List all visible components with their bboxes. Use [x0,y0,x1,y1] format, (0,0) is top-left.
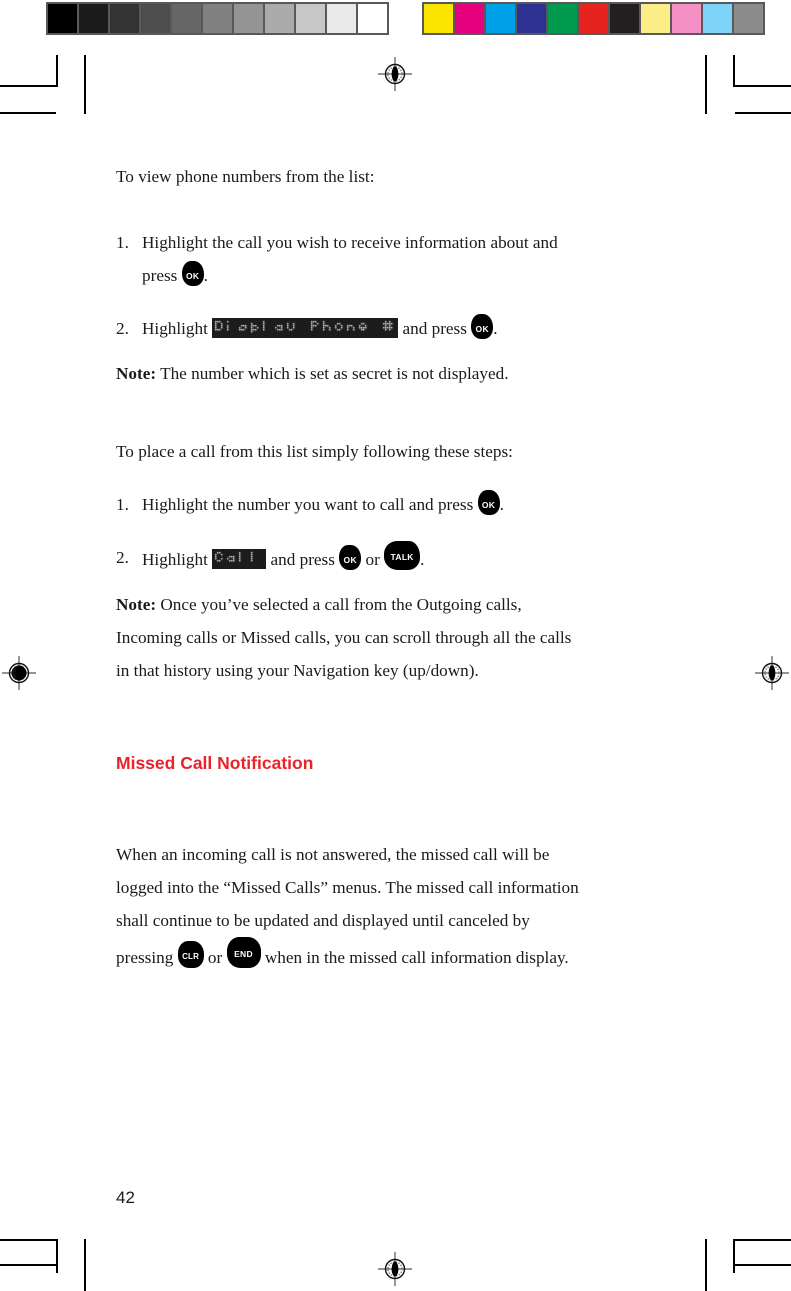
calibration-swatch [486,4,515,33]
crop-mark [705,1239,707,1291]
lcd-call [212,549,267,569]
list-text: Highlight the number you want to call an… [142,488,696,521]
registration-mark-bottom [378,1252,412,1286]
crop-mark [705,55,707,114]
registration-mark-left [2,656,36,690]
crop-mark [0,112,56,114]
calibration-swatch [424,4,453,33]
calibration-swatch [327,4,356,33]
lcd-display-phone-number [212,318,399,338]
intro-paragraph-1: To view phone numbers from the list: [116,167,375,186]
list-text: Highlight and press OK or TALK. [142,541,696,576]
body-text: logged into the “Missed Calls” menus. Th… [116,878,579,897]
step-text: press [142,266,178,285]
page-number: 42 [116,1188,135,1207]
registration-mark-right [755,656,789,690]
ok-key-icon: OK [181,261,204,286]
step-text: Highlight the number you want to call an… [142,495,474,514]
calibration-swatch [141,4,170,33]
grayscale-calibration-strip [46,2,389,35]
note-text: in that history using your Navigation ke… [116,661,479,680]
color-calibration-strip [422,2,765,35]
note-label: Note: [116,364,157,383]
note-paragraph-1: Note: The number which is set as secret … [116,357,696,390]
list-text: Highlight the call you wish to receive i… [142,226,696,292]
step-text: . [493,319,498,338]
page-content: To view phone numbers from the list: 1. … [116,160,696,974]
step-text: Highlight the call you wish to receive i… [142,233,558,252]
ok-key-icon: OK [477,490,500,515]
calibration-swatch [110,4,139,33]
calibration-swatch [172,4,201,33]
registration-mark-top [378,57,412,91]
list-number: 2. [116,548,129,567]
ok-key-icon: OK [471,314,494,339]
step-text: . [499,495,504,514]
list-number: 2. [116,319,129,338]
crop-mark [84,1239,86,1291]
intro-paragraph-2: To place a call from this list simply fo… [116,442,513,461]
missed-call-paragraph: When an incoming call is not answered, t… [116,838,696,974]
crop-mark [733,1239,735,1273]
note-text: Incoming calls or Missed calls, you can … [116,628,572,647]
note-text: Once you’ve selected a call from the Out… [156,595,522,614]
calibration-swatch [672,4,701,33]
manual-page: To view phone numbers from the list: 1. … [0,0,791,1291]
list-item: 2. Highlight and press OK. [116,312,696,345]
crop-mark [735,85,791,87]
crop-mark [56,1239,58,1273]
step-text: Highlight [142,550,208,569]
crop-mark [56,55,58,87]
talk-key-icon: TALK [384,541,421,570]
calibration-swatch [234,4,263,33]
crop-mark [735,112,791,114]
step-text: . [420,550,425,569]
step-text: or [365,550,380,569]
calibration-swatch [641,4,670,33]
crop-mark [735,1264,791,1266]
crop-mark [0,1264,56,1266]
calibration-swatch [548,4,577,33]
clr-key-icon: CLR [177,941,204,968]
section-heading-missed-call: Missed Call Notification [116,752,314,773]
note-paragraph-2: Note: Once you’ve selected a call from t… [116,588,696,687]
calibration-swatch [610,4,639,33]
note-label: Note: [116,595,157,614]
calibration-swatch [296,4,325,33]
body-text: When an incoming call is not answered, t… [116,845,550,864]
calibration-swatch [79,4,108,33]
crop-mark [0,1239,56,1241]
body-text: pressing [116,948,174,967]
calibration-swatch [703,4,732,33]
step-text: Highlight [142,319,208,338]
calibration-swatch [455,4,484,33]
ok-key-icon: OK [339,545,362,570]
calibration-swatch [517,4,546,33]
calibration-swatch [579,4,608,33]
note-text: The number which is set as secret is not… [156,364,509,383]
step-text: . [203,266,208,285]
crop-mark [84,55,86,114]
calibration-swatch [734,4,763,33]
list-text: Highlight and press OK. [142,312,696,345]
body-text: or [207,948,223,967]
calibration-swatch [48,4,77,33]
step-text: and press [402,319,467,338]
list-number: 1. [116,495,129,514]
crop-mark [733,55,735,87]
body-text: when in the missed call information disp… [264,948,569,967]
calibration-swatch [203,4,232,33]
step-text: and press [270,550,335,569]
list-item: 2. Highlight and press OK or TALK. [116,541,696,576]
calibration-swatch [265,4,294,33]
end-key-icon: END [226,937,261,968]
list-item: 1. Highlight the call you wish to receiv… [116,226,696,292]
calibration-swatch [358,4,387,33]
body-text: shall continue to be updated and display… [116,911,530,930]
list-number: 1. [116,233,129,252]
crop-mark [735,1239,791,1241]
list-item: 1. Highlight the number you want to call… [116,488,696,521]
crop-mark [0,85,56,87]
